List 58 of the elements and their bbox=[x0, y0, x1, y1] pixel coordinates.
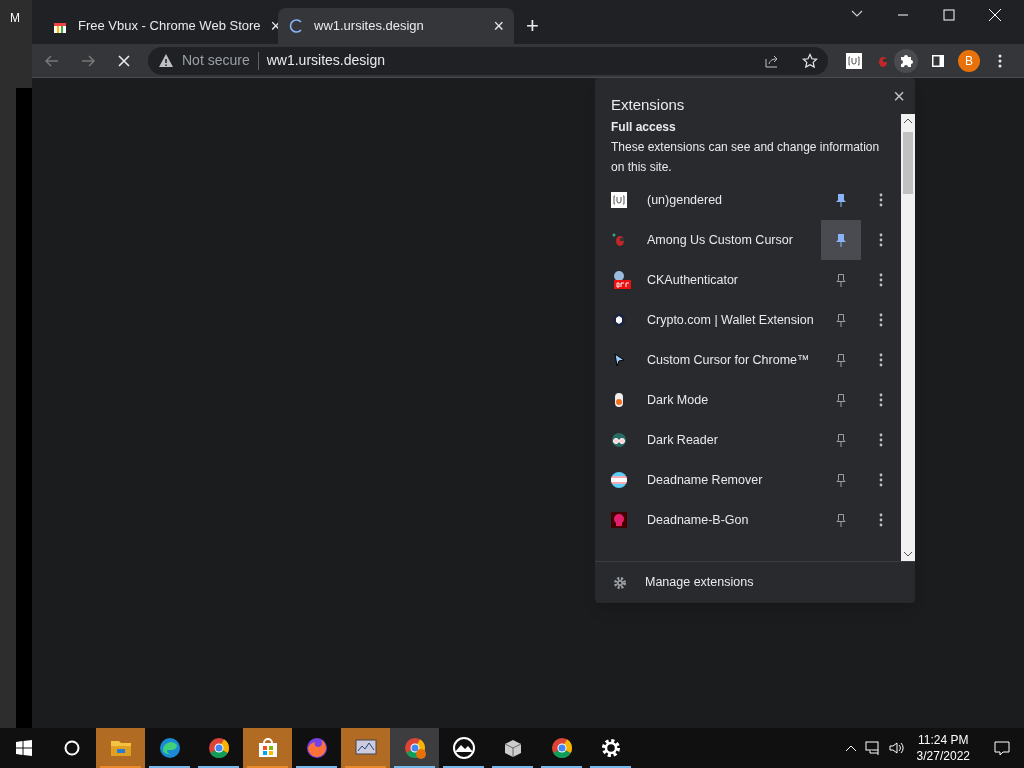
clock-date[interactable]: 3/27/2022 bbox=[916, 748, 970, 764]
scroll-thumb[interactable] bbox=[903, 132, 913, 194]
tab-title: Free Vbux - Chrome Web Store bbox=[78, 17, 261, 36]
tab-title: ww1.ursites.design bbox=[314, 17, 425, 36]
scrollbar[interactable] bbox=[901, 114, 915, 561]
taskbar-app[interactable] bbox=[390, 728, 439, 768]
shield-icon bbox=[611, 312, 627, 328]
manage-extensions-link[interactable]: Manage extensions bbox=[645, 573, 754, 592]
pin-button[interactable] bbox=[821, 220, 861, 260]
extension-name[interactable]: Deadname-B-Gon bbox=[647, 510, 821, 530]
popup-title: Extensions bbox=[611, 95, 685, 115]
fox-globe-icon bbox=[304, 736, 329, 760]
chevron-up-icon[interactable] bbox=[844, 744, 857, 752]
chrome-icon bbox=[549, 736, 574, 760]
windows-logo-icon[interactable] bbox=[16, 740, 32, 756]
clock-time[interactable]: 11:24 PM bbox=[918, 732, 969, 748]
browser-tab[interactable]: ww1.ursites.design × bbox=[278, 8, 514, 44]
cursor-icon bbox=[611, 352, 627, 368]
character-icon bbox=[611, 232, 627, 248]
security-label: Not secure bbox=[182, 51, 250, 70]
window-title: M bbox=[9, 10, 21, 27]
notification-icon[interactable] bbox=[994, 740, 1010, 756]
forward-arrow-icon[interactable] bbox=[80, 52, 96, 69]
star-icon[interactable] bbox=[802, 52, 818, 69]
browser-swirl-icon bbox=[157, 736, 182, 760]
address-bar[interactable]: Not secure ww1.ursites.design bbox=[148, 46, 828, 75]
extension-name[interactable]: Dark Reader bbox=[647, 430, 821, 450]
search-circle-icon[interactable] bbox=[64, 740, 80, 756]
url-text: ww1.ursites.design bbox=[266, 51, 385, 70]
side-panel-icon[interactable] bbox=[930, 52, 946, 69]
extension-name[interactable]: CKAuthenticator bbox=[647, 270, 821, 290]
chrome-icon bbox=[402, 736, 427, 760]
extension-name[interactable]: Deadname Remover bbox=[647, 470, 821, 490]
extension-name[interactable]: Custom Cursor for Chrome™ bbox=[647, 350, 821, 370]
extension-name[interactable]: Dark Mode bbox=[647, 390, 821, 410]
close-button[interactable]: × bbox=[893, 86, 905, 106]
new-tab-button[interactable]: + bbox=[514, 8, 551, 44]
back-arrow-icon[interactable] bbox=[44, 52, 60, 69]
scroll-down-icon[interactable] bbox=[903, 550, 913, 558]
extension-name[interactable]: Among Us Custom Cursor bbox=[647, 230, 821, 250]
extension-name[interactable]: (un)gendered bbox=[647, 190, 821, 210]
scroll-up-icon[interactable] bbox=[903, 117, 913, 125]
close-tab-button[interactable]: × bbox=[493, 17, 504, 35]
chrome-icon bbox=[206, 736, 231, 760]
speaker-icon[interactable] bbox=[888, 740, 905, 756]
stop-icon[interactable] bbox=[116, 52, 132, 69]
glasses-face-icon bbox=[611, 432, 627, 448]
section-title: Full access bbox=[611, 119, 677, 136]
network-icon[interactable] bbox=[864, 740, 881, 756]
puzzle-icon[interactable] bbox=[894, 48, 918, 73]
warning-icon bbox=[158, 52, 174, 69]
settings-icon bbox=[613, 575, 627, 590]
mountain-circle-icon bbox=[451, 736, 476, 760]
bracket-logo-icon bbox=[611, 192, 627, 208]
section-description: These extensions can see and change information on this site. bbox=[611, 139, 881, 176]
bracket-logo-icon[interactable] bbox=[846, 52, 862, 69]
extension-name[interactable]: Crypto.com | Wallet Extension bbox=[647, 310, 821, 330]
off-badge-icon bbox=[611, 270, 631, 290]
